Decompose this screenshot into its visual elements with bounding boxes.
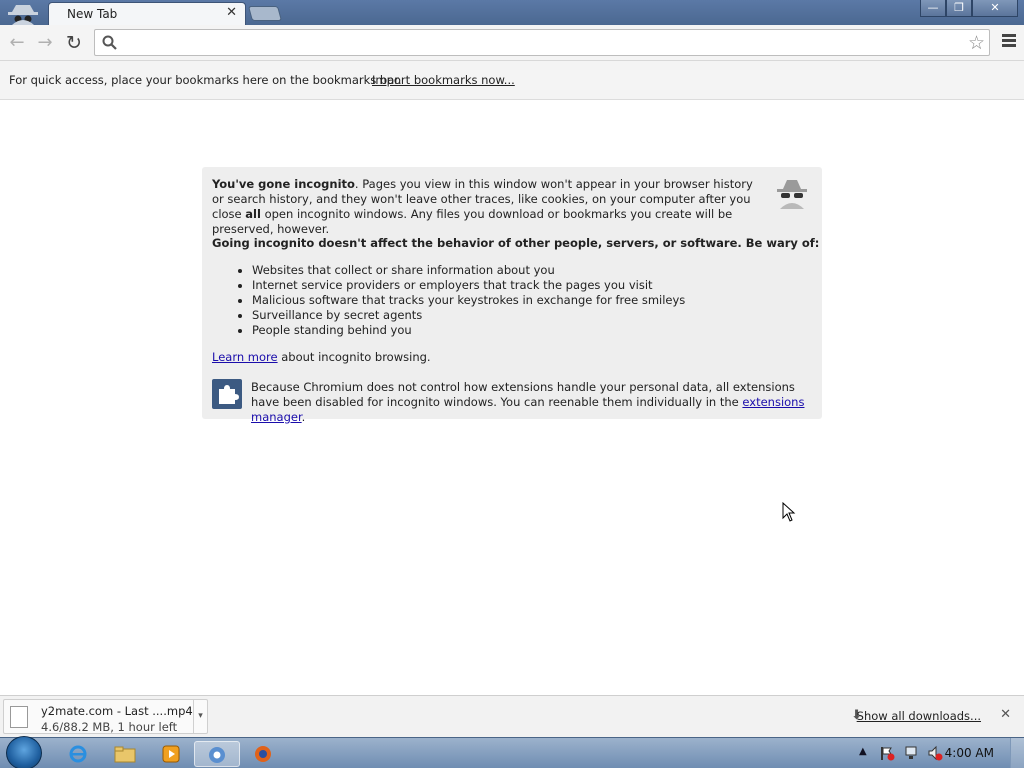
restore-button[interactable]: ❐ [946,0,972,17]
list-item: People standing behind you [252,323,685,338]
list-item: Surveillance by secret agents [252,308,685,323]
new-tab-button[interactable] [247,6,283,21]
bookmark-star-icon[interactable]: ☆ [968,32,985,54]
incognito-spy-icon [777,180,807,209]
search-icon [102,35,117,50]
firefox-icon[interactable] [240,741,286,767]
file-explorer-icon[interactable] [102,741,148,767]
incognito-warning-list: Websites that collect or share informati… [252,263,685,338]
close-shelf-icon[interactable]: ✕ [1000,707,1011,722]
reload-icon[interactable]: ↻ [62,31,86,55]
bookmarks-bar: For quick access, place your bookmarks h… [0,61,1024,100]
internet-explorer-icon[interactable] [55,741,101,767]
incognito-warning: Going incognito doesn't affect the behav… [212,236,820,250]
incognito-intro: You've gone incognito. Pages you view in… [212,177,753,236]
bookmarks-hint: For quick access, place your bookmarks h… [9,73,402,87]
back-arrow-icon[interactable]: ← [5,31,29,55]
extensions-notice: Because Chromium does not control how ex… [251,380,805,424]
network-icon[interactable] [903,745,919,761]
puzzle-piece-icon [212,379,242,409]
tab-close-icon[interactable]: ✕ [226,5,237,20]
close-window-button[interactable]: ✕ [972,0,1018,17]
download-item[interactable]: y2mate.com - Last ....mp4 4.6/88.2 MB, 1… [3,699,208,734]
show-all-downloads-link[interactable]: Show all downloads... [857,709,981,723]
chromium-icon[interactable] [194,741,240,767]
start-button[interactable] [6,736,42,768]
browser-toolbar: ← → ↻ ☆ [0,25,1024,61]
incognito-icon [8,5,38,25]
title-bar: New Tab ✕ — ❐ ✕ [0,0,1024,25]
forward-arrow-icon[interactable]: → [33,31,57,55]
mouse-cursor-icon [782,502,796,522]
taskbar: ▲ 4:00 AM [0,736,1024,768]
incognito-heading: You've gone incognito [212,177,355,191]
action-center-flag-icon[interactable] [879,745,895,761]
download-filename: y2mate.com - Last ....mp4 [41,704,193,718]
video-file-icon [10,706,28,728]
minimize-button[interactable]: — [920,0,946,17]
download-menu-chevron-icon[interactable]: ▾ [193,700,207,733]
media-player-icon[interactable] [148,741,194,767]
download-status: 4.6/88.2 MB, 1 hour left [41,720,178,734]
list-item: Internet service providers or employers … [252,278,685,293]
incognito-info-panel: You've gone incognito. Pages you view in… [202,167,822,424]
download-shelf: y2mate.com - Last ....mp4 4.6/88.2 MB, 1… [0,695,1024,737]
import-bookmarks-link[interactable]: Import bookmarks now... [372,73,515,87]
system-tray: ▲ 4:00 AM [834,738,1024,768]
tab-title: New Tab [67,7,118,21]
volume-muted-icon[interactable] [927,745,943,761]
window-controls: — ❐ ✕ [920,0,1018,17]
tab-new-tab[interactable]: New Tab ✕ [48,2,246,25]
learn-more-link[interactable]: Learn more [212,350,278,364]
menu-icon[interactable] [1002,34,1016,49]
list-item: Malicious software that tracks your keys… [252,293,685,308]
show-hidden-icons-chevron-icon[interactable]: ▲ [859,746,867,757]
address-bar[interactable]: ☆ [94,29,990,56]
learn-more-line: Learn more about incognito browsing. [212,350,431,364]
system-clock[interactable]: 4:00 AM [945,746,994,760]
show-desktop-button[interactable] [1010,738,1024,768]
list-item: Websites that collect or share informati… [252,263,685,278]
